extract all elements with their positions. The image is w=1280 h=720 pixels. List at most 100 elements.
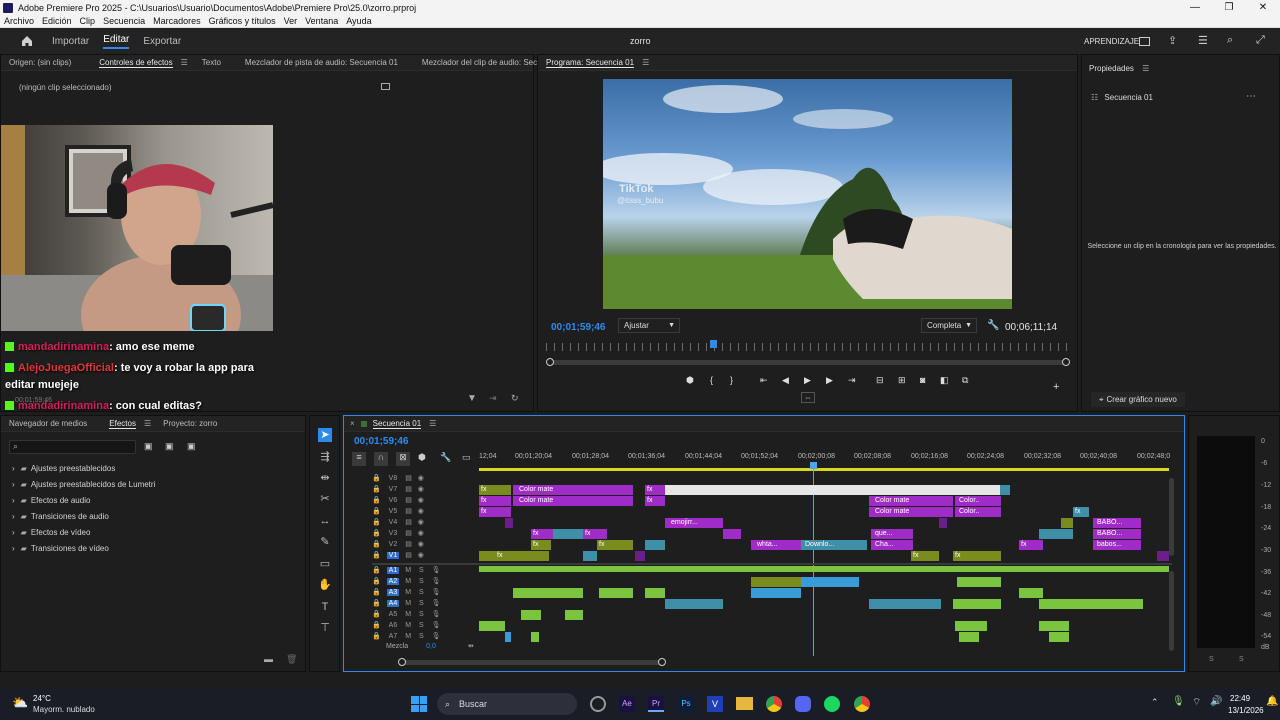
audio-clip[interactable] [479,566,1169,572]
clip[interactable] [1039,529,1073,539]
track-label[interactable]: V2 [389,541,398,548]
scroll-handle-right[interactable] [658,658,666,666]
go-to-out-icon[interactable]: ⇥ [848,375,856,386]
vertical-scrollbar-audio[interactable] [1169,571,1174,651]
new-graphic-button[interactable]: ⌖ Crear gráfico nuevo [1091,392,1185,407]
tab-exportar[interactable]: Exportar [143,36,181,47]
solo-left-button[interactable]: S [1209,656,1214,663]
mic-icon[interactable]: 🎙 [432,600,441,607]
camera-icon[interactable]: ◙ [920,375,925,385]
eye-icon[interactable]: ◉ [418,486,424,493]
track-label[interactable]: A2 [386,578,400,585]
export-icon[interactable]: ⇥ [489,393,497,404]
clip[interactable]: fx [911,551,939,561]
track-select-icon[interactable]: ⇶ [318,450,332,464]
refresh-icon[interactable]: ↻ [511,393,519,404]
new-bin-icon[interactable]: ▣ [144,441,153,452]
linked-icon[interactable]: ⊠ [396,452,410,466]
audio-clip[interactable] [565,610,583,620]
track-label[interactable]: A5 [389,611,398,618]
mark-in-icon[interactable]: { [710,375,713,385]
app-icon-chrome[interactable] [766,696,782,712]
clip[interactable]: Color mate [513,485,633,495]
mic-icon[interactable]: 🎙 [432,578,441,585]
clip[interactable] [723,529,741,539]
tray-volume-icon[interactable]: 🔊 [1210,696,1222,707]
quality-dropdown[interactable]: Completa ▼ [921,318,977,333]
lock-icon[interactable]: 🔒 [372,600,381,607]
clip[interactable] [553,529,583,539]
program-title[interactable]: Programa: Secuencia 01 [546,58,635,68]
clip[interactable]: emojirr... [665,518,723,528]
eye-icon[interactable]: ◉ [418,541,424,548]
playhead-marker[interactable] [710,340,717,348]
lock-icon[interactable]: 🔒 [372,497,381,504]
lock-icon[interactable]: 🔒 [372,589,381,596]
v1-a1-divider[interactable] [372,563,1172,565]
more-icon[interactable]: ⋯ [1246,91,1256,102]
mute-button[interactable]: M [405,622,411,629]
list-item[interactable]: › ▰ Ajustes preestablecidos de Lumetri [12,480,302,496]
timeline-ruler[interactable]: 12;04 00;01;20;04 00;01;28;04 00;01;36;0… [479,453,1171,467]
app-icon-spotify[interactable] [824,696,840,712]
text-tool-icon[interactable]: T [318,600,332,614]
app-icon-discord[interactable] [795,696,811,712]
clip[interactable]: whta... [751,540,801,550]
clip[interactable]: fx [479,485,511,495]
scroll-handle-right[interactable] [1062,358,1070,366]
step-back-icon[interactable]: ◀ [782,375,789,386]
eye-icon[interactable]: ◉ [418,508,424,515]
mic-icon[interactable]: 🎙 [432,633,441,640]
menu-icon[interactable]: ☰ [1198,34,1208,47]
clip[interactable]: fx [645,496,665,506]
program-menu-icon[interactable]: ☰ [642,58,649,67]
audio-clip[interactable] [599,588,633,598]
new-folder-icon[interactable]: ▬ [264,654,273,664]
vertical-scrollbar-video[interactable] [1169,478,1174,556]
audio-clip[interactable] [531,632,539,642]
scroll-handle-left[interactable] [398,658,406,666]
audio-clip[interactable] [505,632,511,642]
tab-audio-track-mixer[interactable]: Mezclador de pista de audio: Secuencia 0… [245,58,398,67]
clip[interactable]: fx [953,551,1001,561]
tab-importar[interactable]: Importar [52,36,89,47]
share-icon[interactable]: ⇪ [1168,34,1177,47]
lock-icon[interactable]: 🔒 [372,519,381,526]
clip[interactable]: Color mate [869,507,953,517]
lock-icon[interactable]: 🔒 [372,567,381,574]
list-item[interactable]: › ▰ Efectos de vídeo [12,528,302,544]
clip[interactable]: Cha... [871,540,913,550]
properties-menu-icon[interactable]: ☰ [1142,64,1149,73]
close-button[interactable]: ✕ [1246,0,1280,15]
snap-icon[interactable]: ∩ [374,452,388,466]
lock-icon[interactable]: 🔒 [372,552,381,559]
tab-project[interactable]: Proyecto: zorro [163,419,217,428]
film-icon[interactable]: ▤ [405,552,412,559]
app-icon-premiere[interactable]: Pr [648,696,664,712]
list-item[interactable]: › ▰ Efectos de audio [12,496,302,512]
mute-button[interactable]: M [405,589,411,596]
razor-icon[interactable]: ✂ [318,492,332,506]
audio-clip[interactable] [513,588,583,598]
track-label[interactable]: V8 [389,475,398,482]
lock-icon[interactable]: 🔒 [372,611,381,618]
yuv-icon[interactable]: ▣ [187,441,196,452]
tray-wifi-icon[interactable]: ⌔ [1192,696,1201,709]
mute-button[interactable]: M [405,578,411,585]
playhead-handle[interactable] [810,462,817,469]
clip[interactable]: BABO... [1093,518,1141,528]
fullscreen-icon[interactable]: ⤢ [1256,34,1265,47]
caption-icon[interactable]: ▭ [462,452,471,463]
track-label[interactable]: A7 [389,633,398,640]
solo-button[interactable]: S [419,567,424,574]
list-item[interactable]: › ▰ Ajustes preestablecidos [12,464,302,480]
learning-button[interactable]: APRENDIZAJE [1084,37,1139,46]
audio-clip[interactable] [869,599,941,609]
selection-tool-icon[interactable]: ➤ [318,428,332,442]
filter-icon[interactable]: ▼ [467,393,477,404]
film-icon[interactable]: ▤ [405,497,412,504]
minimize-button[interactable]: — [1178,0,1212,15]
lock-icon[interactable]: 🔒 [372,508,381,515]
menu-graficos[interactable]: Gráficos y títulos [209,16,276,26]
clip[interactable]: fx [1073,507,1089,517]
